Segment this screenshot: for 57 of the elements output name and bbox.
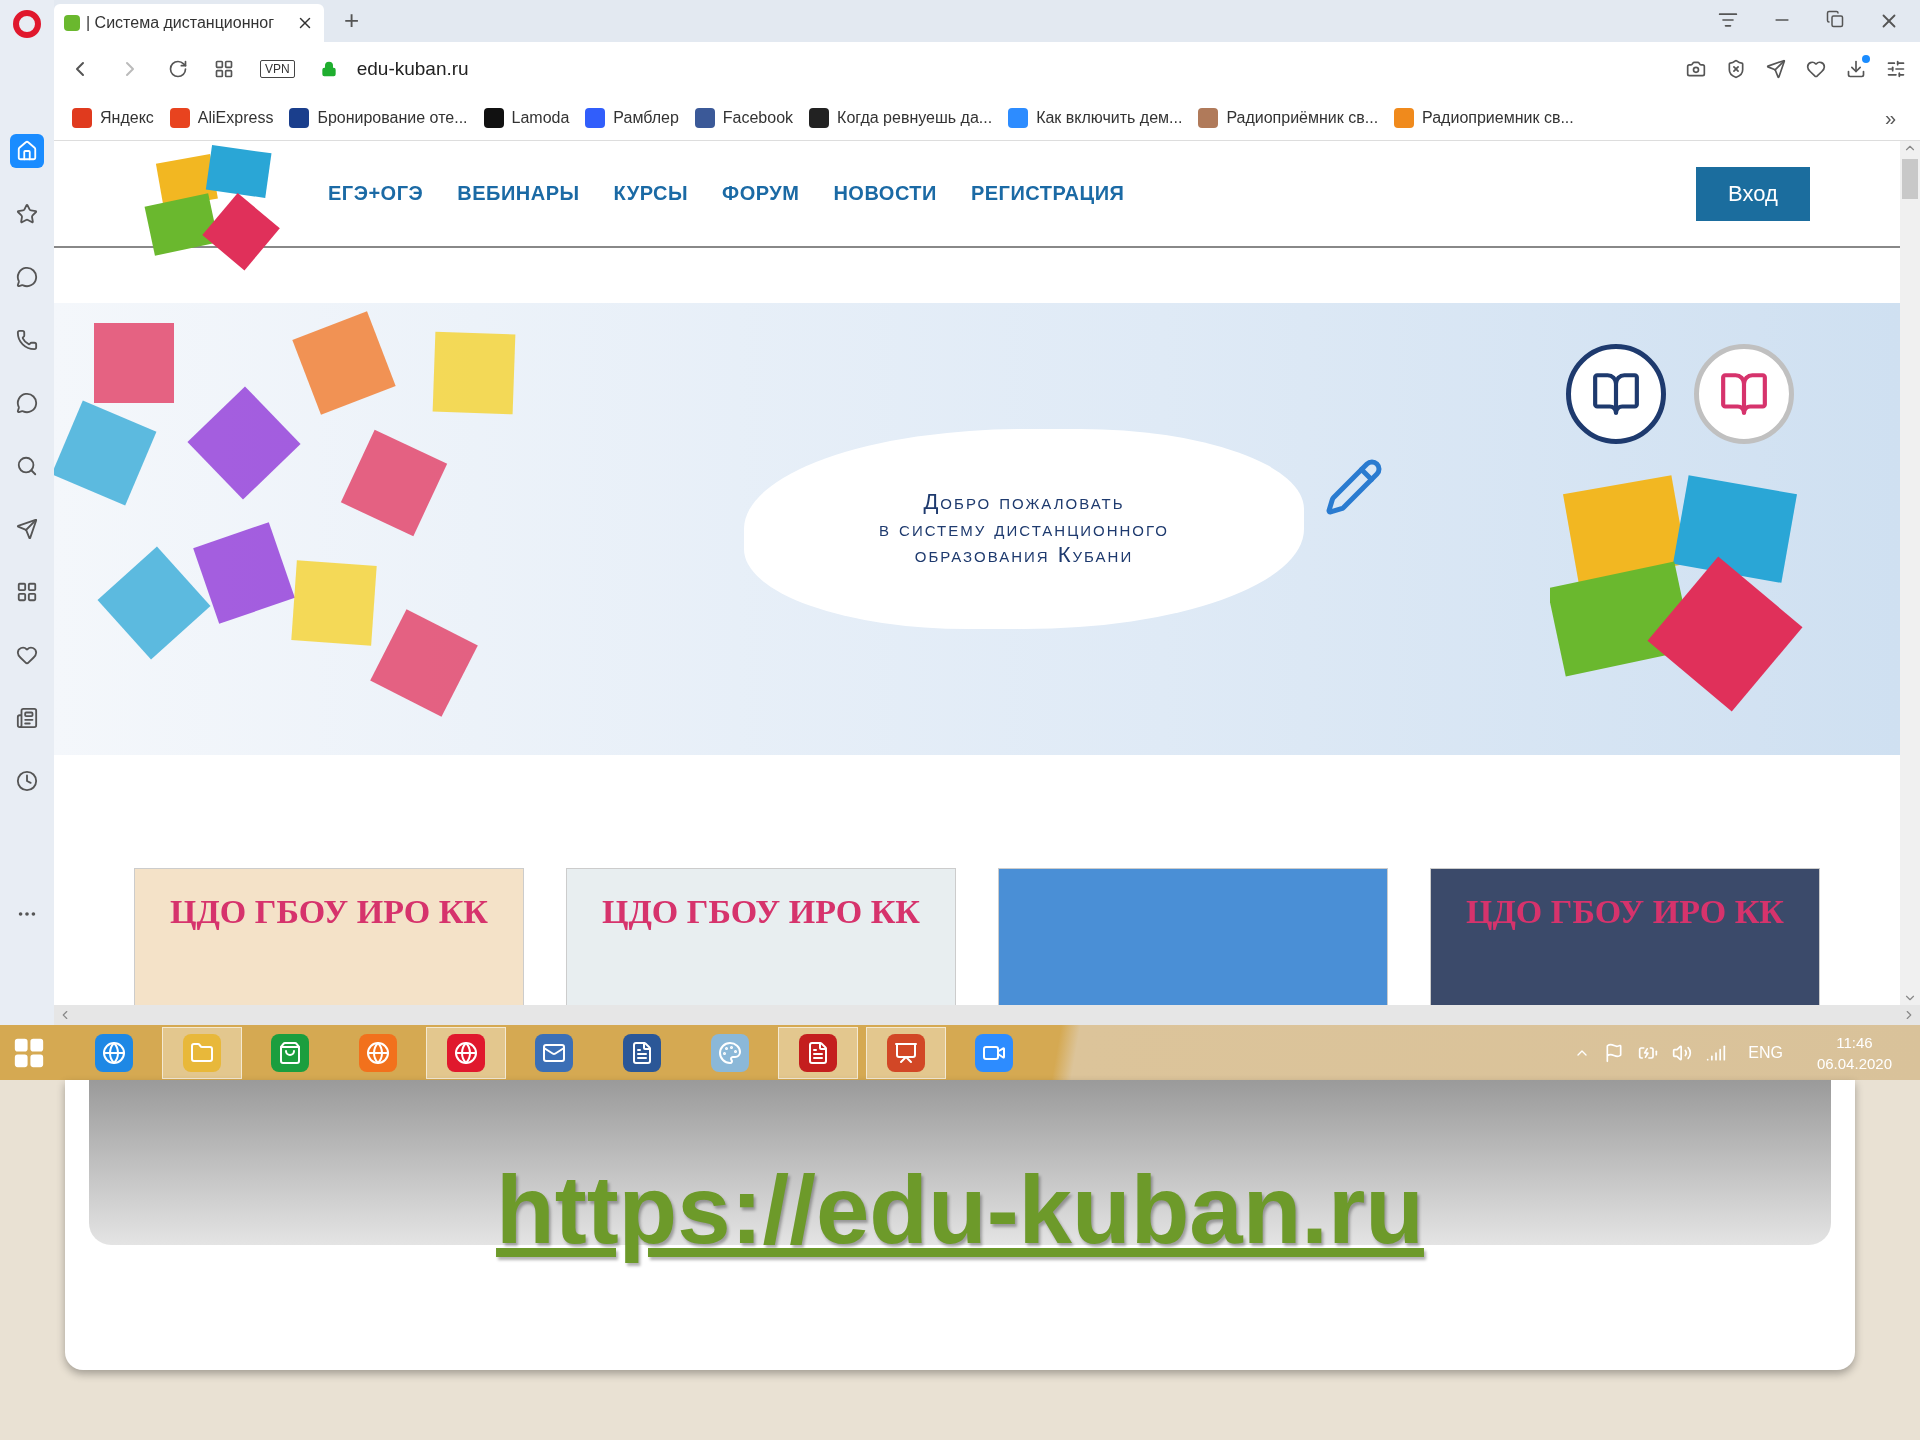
notification-dot (1862, 55, 1870, 63)
reload-icon[interactable] (168, 59, 188, 79)
bookmark-item[interactable]: Рамблер (585, 108, 679, 128)
clock-time: 11:46 (1836, 1033, 1873, 1051)
presentation-icon (887, 1033, 925, 1072)
bookmark-item[interactable]: Facebook (694, 108, 794, 128)
bookmark-item[interactable]: Радиоприемник св... (1394, 108, 1574, 128)
video-camera-icon (975, 1033, 1013, 1072)
bookmark-item[interactable]: Радиоприёмник св... (1198, 108, 1379, 128)
bookmark-item[interactable]: Яндекс (72, 108, 154, 128)
palette-icon (711, 1033, 749, 1072)
document-icon (623, 1033, 661, 1072)
camera-icon[interactable] (1686, 59, 1706, 79)
taskbar-app[interactable] (778, 1026, 858, 1079)
nav-link[interactable]: ЕГЭ+ОГЭ (328, 182, 424, 205)
course-card[interactable]: ЦДО ГБОУ ИРО КК (134, 868, 524, 1005)
welcome-text: Добро пожаловать в систему дистанционного образования Кубани (879, 489, 1169, 569)
site-favicon-icon (64, 15, 80, 31)
browser-tab[interactable]: | Система дистанционног (54, 4, 324, 42)
course-card[interactable]: ЦДО ГБОУ ИРО КК (566, 868, 956, 1005)
opera-logo-icon[interactable] (13, 10, 41, 38)
mail-icon (535, 1033, 573, 1072)
bookmark-item[interactable]: Бронирование оте... (289, 108, 468, 128)
bookmark-item[interactable]: Lamoda (483, 108, 570, 128)
vpn-badge[interactable]: VPN (260, 60, 295, 78)
taskbar-app[interactable] (866, 1026, 946, 1079)
new-tab-button[interactable]: + (344, 5, 360, 36)
pdf-icon (799, 1033, 837, 1072)
taskbar-app[interactable] (426, 1026, 506, 1079)
shield-icon[interactable] (1726, 59, 1746, 79)
scrollbar-thumb[interactable] (1902, 159, 1918, 199)
heart-icon[interactable] (1806, 59, 1826, 79)
nav-link[interactable]: НОВОСТИ (833, 182, 937, 205)
nav-link[interactable]: ВЕБИНАРЫ (457, 182, 580, 205)
browser-icon (95, 1033, 133, 1072)
bookmark-item[interactable]: AliExpress (169, 108, 274, 128)
bookmark-item[interactable]: Как включить дем... (1008, 108, 1183, 128)
address-field[interactable]: edu-kuban.ru (356, 58, 469, 80)
download-icon[interactable] (1846, 59, 1866, 79)
nav-link[interactable]: РЕГИСТРАЦИЯ (970, 182, 1125, 205)
home-icon[interactable] (10, 134, 44, 168)
horizontal-scrollbar[interactable] (54, 1005, 1920, 1025)
bookmark-item[interactable]: Когда ревнуешь да... (809, 108, 993, 128)
store-icon (271, 1033, 309, 1072)
send-icon[interactable] (1766, 59, 1786, 79)
more-bookmarks-button[interactable]: » (1884, 106, 1902, 130)
tab-menu-icon[interactable] (1718, 10, 1738, 30)
speed-dial-icon[interactable] (214, 59, 234, 79)
clock-date: 06.04.2020 (1816, 1054, 1892, 1072)
login-button[interactable]: Вход (1696, 166, 1810, 221)
nav-link[interactable]: ФОРУМ (722, 182, 800, 205)
lock-icon (320, 61, 337, 77)
restore-icon[interactable] (1826, 10, 1844, 28)
folder-icon (183, 1033, 221, 1072)
settings-icon[interactable] (1886, 59, 1906, 79)
nav-link[interactable]: КУРСЫ (613, 182, 689, 205)
vertical-scrollbar[interactable] (1900, 141, 1920, 1005)
